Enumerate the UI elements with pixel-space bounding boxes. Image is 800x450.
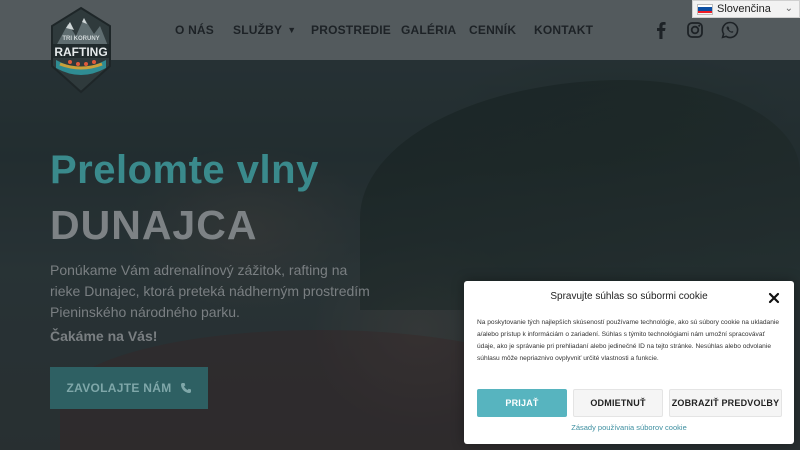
- hero-tagline: Čakáme na Vás!: [50, 328, 158, 344]
- nav-item-prostredie[interactable]: PROSTREDIE: [311, 23, 391, 37]
- nav-label: KONTAKT: [534, 23, 594, 37]
- nav-label: O NÁS: [175, 23, 215, 37]
- call-us-label: ZAVOLAJTE NÁM: [66, 381, 172, 395]
- language-selector[interactable]: Slovenčina ⌄: [692, 0, 800, 18]
- nav-item-cennik[interactable]: CENNÍK: [469, 23, 516, 37]
- language-label: Slovenčina: [717, 3, 771, 15]
- hero-title-line1: Prelomte vlny: [50, 148, 319, 192]
- close-icon[interactable]: [768, 291, 780, 304]
- phone-icon: [180, 383, 191, 393]
- cookie-policy-link[interactable]: Zásady používania súborov cookie: [464, 423, 794, 432]
- nav-item-kontakt[interactable]: KONTAKT: [534, 23, 593, 37]
- nav-label: SLUŽBY: [233, 23, 283, 37]
- nav-item-galeria[interactable]: GALÉRIA: [401, 23, 456, 37]
- instagram-icon[interactable]: [685, 20, 705, 40]
- facebook-icon[interactable]: [651, 20, 671, 40]
- cookie-consent-modal: Spravujte súhlas so súbormi cookie Na po…: [464, 281, 794, 444]
- view-preferences-button[interactable]: ZOBRAZIŤ PREDVOĽBY: [669, 389, 782, 417]
- nav-label: GALÉRIA: [401, 23, 457, 37]
- site-header: TRI KORUNY RAFTING O NÁS SLUŽBY ▼ PROSTRE…: [0, 0, 800, 94]
- site-logo[interactable]: TRI KORUNY RAFTING: [48, 6, 114, 96]
- deny-cookies-button[interactable]: ODMIETNUŤ: [573, 389, 663, 417]
- slovak-flag-icon: [697, 3, 713, 15]
- accept-cookies-button[interactable]: PRIJAŤ: [477, 389, 567, 417]
- cookie-title: Spravujte súhlas so súbormi cookie: [550, 291, 708, 302]
- logo-text: RAFTING: [54, 45, 107, 59]
- nav-label: CENNÍK: [469, 23, 517, 37]
- chevron-down-icon: ▼: [287, 25, 297, 35]
- logo-arc-text: TRI KORUNY: [62, 36, 99, 42]
- nav-item-o-nas[interactable]: O NÁS: [175, 23, 214, 37]
- chevron-down-icon: ⌄: [784, 3, 793, 14]
- whatsapp-icon[interactable]: [720, 20, 740, 40]
- nav-item-sluzby[interactable]: SLUŽBY ▼: [233, 23, 296, 37]
- nav-label: PROSTREDIE: [311, 23, 392, 37]
- call-us-button[interactable]: ZAVOLAJTE NÁM: [50, 367, 208, 409]
- hero-title-line2: DUNAJCA: [50, 202, 258, 248]
- hero-description: Ponúkame Vám adrenalínový zážitok, rafti…: [50, 262, 370, 320]
- cookie-description: Na poskytovanie tých najlepších skúsenos…: [477, 319, 780, 362]
